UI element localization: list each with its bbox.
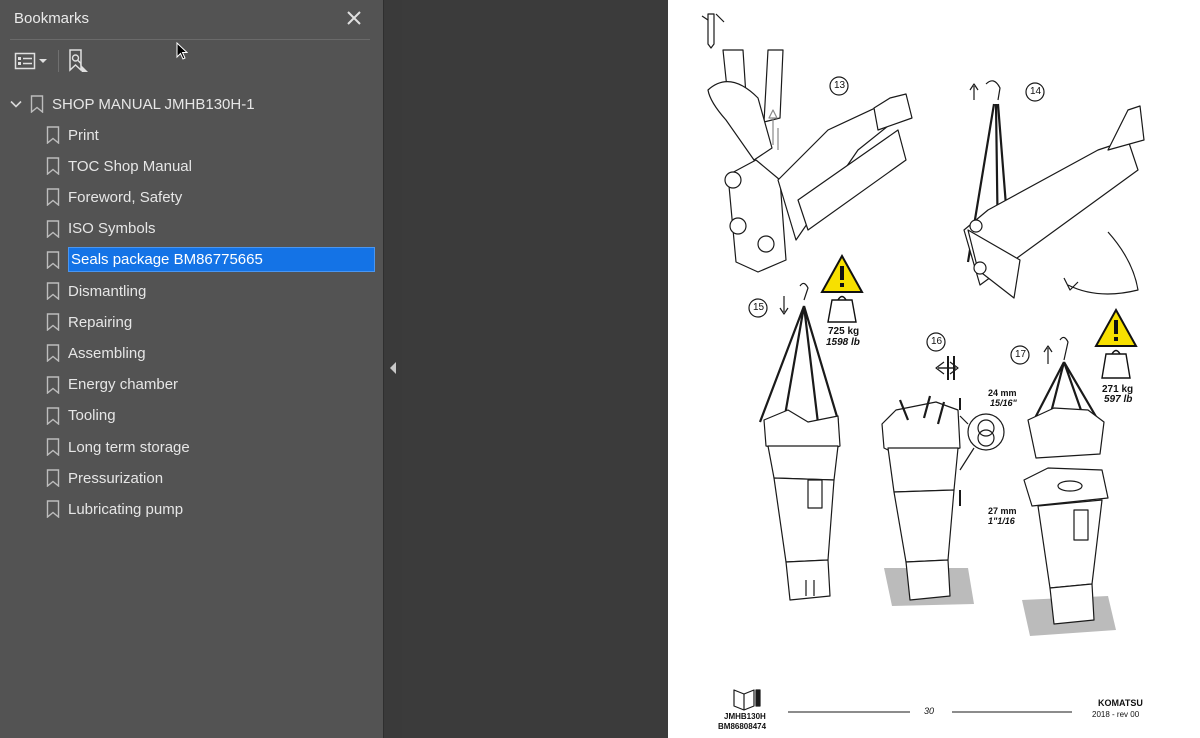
bookmark-item-label: Lubricating pump: [68, 500, 184, 518]
bookmark-item-label: Repairing: [68, 313, 133, 331]
close-icon[interactable]: [342, 6, 366, 30]
bookmarks-toolbar: [0, 44, 383, 78]
bookmark-item[interactable]: Energy chamber: [46, 371, 178, 399]
bookmark-item[interactable]: Foreword, Safety: [46, 183, 182, 211]
pdf-page: 13 14 15 16 17 725 kg 1598 lb 271 kg 597…: [668, 0, 1200, 738]
bookmark-item-label: Long term storage: [68, 438, 190, 456]
collapse-panel-icon[interactable]: [389, 362, 397, 374]
bookmark-icon: [46, 407, 60, 425]
bookmark-item-label: ISO Symbols: [68, 220, 156, 238]
bookmark-item-label: Foreword, Safety: [68, 188, 183, 206]
wrench-size-mm: 27 mm: [988, 506, 1017, 516]
bookmark-icon: [46, 344, 60, 363]
bookmark-options-icon: [14, 52, 47, 70]
bookmark-options-button[interactable]: [14, 46, 50, 76]
bookmark-item-label: Print: [68, 126, 99, 144]
bookmark-item[interactable]: Assembling: [46, 339, 146, 367]
step-15-label: 15: [753, 302, 765, 313]
bookmark-icon: [30, 95, 44, 113]
new-bookmark-button[interactable]: [66, 46, 92, 76]
bookmark-item-label: Energy chamber: [68, 376, 179, 394]
panel-title: Bookmarks: [14, 10, 90, 27]
document-view[interactable]: 13 14 15 16 17 725 kg 1598 lb 271 kg 597…: [402, 0, 1200, 738]
bookmark-item-label: Assembling: [68, 344, 146, 362]
step-17-label: 17: [1015, 349, 1027, 360]
new-bookmark-icon: [69, 49, 88, 72]
bookmarks-panel-header: Bookmarks: [0, 0, 383, 38]
step-16-label: 16: [931, 336, 943, 347]
bookmark-item[interactable]: ISO Symbols: [46, 215, 156, 243]
bookmark-icon: [46, 500, 60, 519]
bookmark-item-label: Dismantling: [68, 282, 147, 300]
bookmark-item[interactable]: Print: [46, 121, 99, 149]
bookmark-item[interactable]: Tooling: [46, 402, 116, 430]
bookmark-icon: [46, 251, 60, 269]
bookmark-icon: [46, 157, 60, 176]
bookmark-item[interactable]: TOC Shop Manual: [46, 152, 192, 180]
bookmark-icon: [46, 219, 60, 238]
pdf-viewer-window: Bookmarks SHOP MANUAL JMHB130H-1 Print T…: [0, 0, 1200, 738]
toolbar-divider: [58, 50, 59, 72]
assembly-illustration: [701, 13, 1145, 713]
chevron-down-icon[interactable]: [8, 96, 24, 112]
brand-name: KOMATSU: [1098, 698, 1143, 708]
bookmark-icon: [46, 126, 60, 144]
bookmarks-panel: Bookmarks SHOP MANUAL JMHB130H-1 Print T…: [0, 0, 383, 738]
bookmark-item[interactable]: Pressurization: [46, 464, 163, 492]
bookmark-root[interactable]: SHOP MANUAL JMHB130H-1: [8, 90, 255, 118]
step-13-label: 13: [834, 80, 846, 91]
wrench-size-in: 15/16": [990, 398, 1017, 408]
bookmark-item-label: TOC Shop Manual: [68, 157, 192, 175]
bookmark-item[interactable]: Dismantling: [46, 277, 146, 305]
bookmark-item-label: Pressurization: [68, 469, 164, 487]
panel-splitter[interactable]: [383, 0, 402, 738]
footer-model: JMHB130H: [724, 712, 766, 721]
step-14-label: 14: [1030, 86, 1042, 97]
wrench-size-mm: 24 mm: [988, 388, 1017, 398]
bookmark-item-label: Tooling: [68, 407, 116, 425]
bookmark-icon: [46, 282, 60, 300]
weight-kg-label: 725 kg: [828, 326, 860, 337]
bookmark-icon: [46, 438, 60, 456]
bookmark-icon: [46, 188, 60, 207]
bookmark-item[interactable]: Lubricating pump: [46, 495, 183, 523]
bookmark-item[interactable]: Seals package BM86775665: [46, 246, 375, 274]
revision-label: 2018 - rev 00: [1092, 710, 1140, 719]
mouse-cursor-icon: [176, 42, 188, 60]
bookmark-icon: [46, 375, 60, 394]
bookmark-item[interactable]: Repairing: [46, 308, 132, 336]
divider: [10, 39, 370, 40]
footer-code: BM86808474: [718, 722, 767, 731]
page-number: 30: [924, 706, 935, 716]
bookmark-icon: [46, 469, 60, 488]
weight-lb-label: 1598 lb: [826, 337, 860, 348]
bookmark-icon: [46, 313, 60, 332]
bookmark-item[interactable]: Long term storage: [46, 433, 190, 461]
weight-lb-label: 597 lb: [1104, 394, 1133, 405]
wrench-size-in: 1"1/16: [988, 516, 1015, 526]
bookmark-item-label: Seals package BM86775665: [68, 247, 375, 273]
bookmark-root-label: SHOP MANUAL JMHB130H-1: [52, 95, 255, 113]
